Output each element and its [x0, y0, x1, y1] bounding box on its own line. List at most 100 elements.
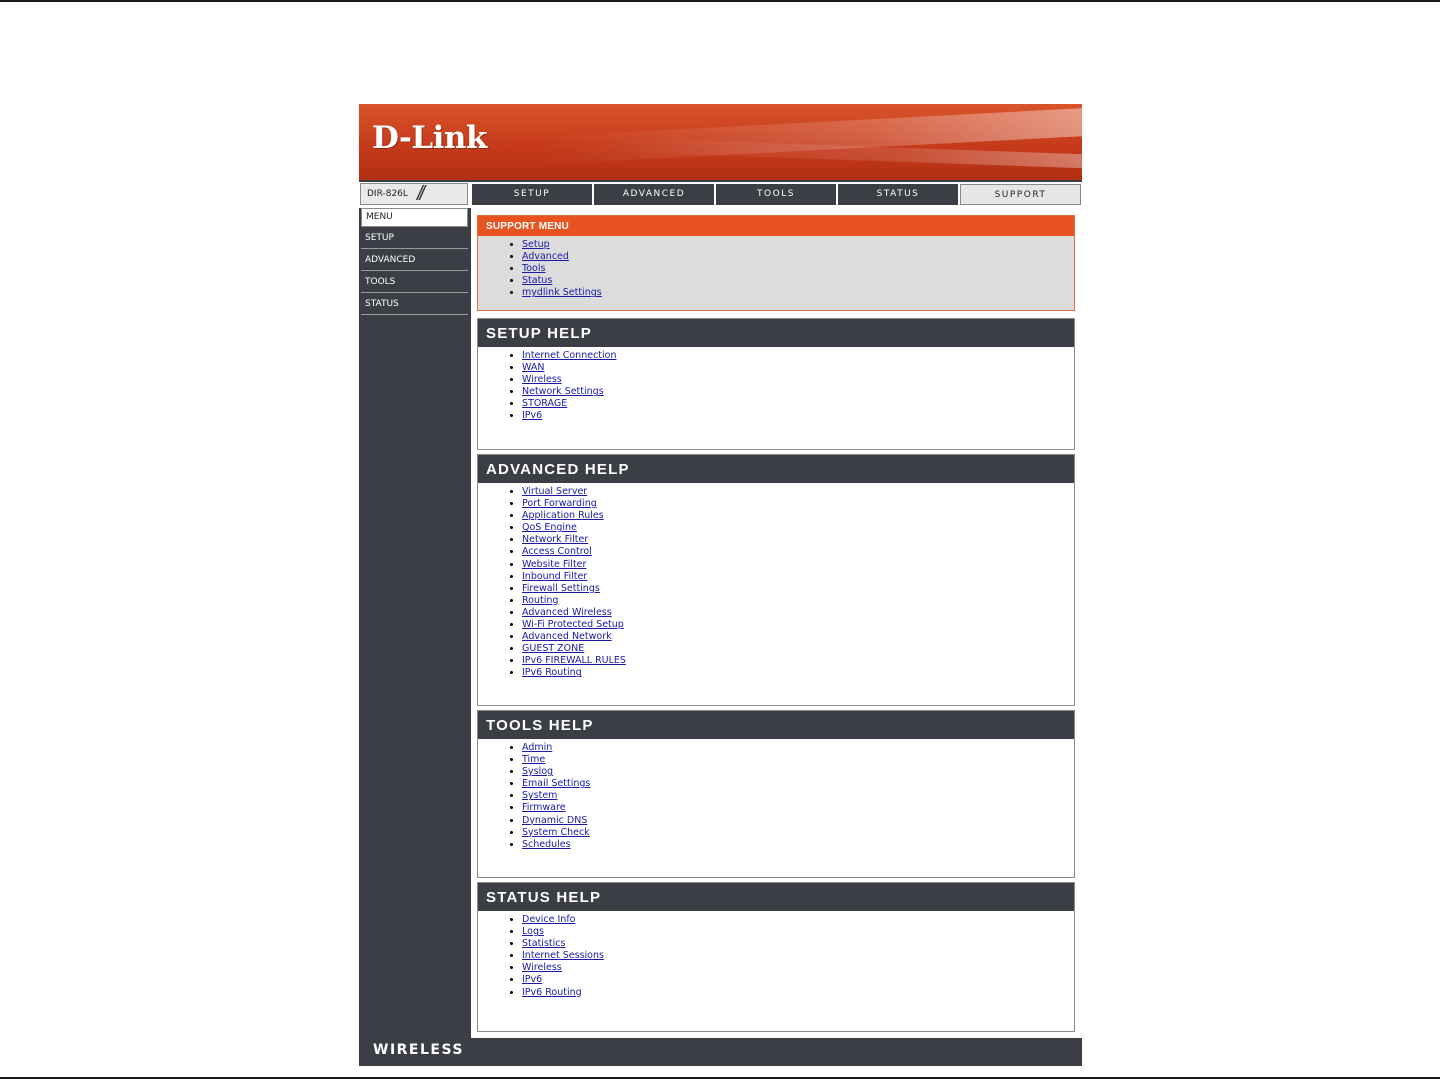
list-item: Port Forwarding: [522, 498, 1074, 510]
main-content: SUPPORT MENU Setup Advanced Tools Status…: [471, 208, 1082, 1038]
list-item: System Check: [522, 827, 1074, 839]
status-help-panel: STATUS HELP Device Info Logs Statistics …: [477, 882, 1075, 1032]
help-link[interactable]: Internet Sessions: [522, 950, 604, 961]
sidebar-item-status[interactable]: STATUS: [361, 295, 468, 315]
help-link[interactable]: Email Settings: [522, 778, 590, 789]
link-list: Virtual Server Port Forwarding Applicati…: [478, 486, 1074, 680]
brand-header: D-Link: [359, 104, 1082, 180]
list-item: QoS Engine: [522, 522, 1074, 534]
help-link[interactable]: Network Filter: [522, 534, 588, 545]
help-link[interactable]: Firmware: [522, 802, 566, 813]
help-link[interactable]: STORAGE: [522, 398, 567, 409]
link-list: Admin Time Syslog Email Settings System …: [478, 742, 1074, 851]
tab-status[interactable]: STATUS: [838, 184, 958, 205]
list-item: Internet Sessions: [522, 950, 1074, 962]
top-nav-bar: DIR-826L // SETUP ADVANCED TOOLS STATUS …: [359, 182, 1082, 208]
help-link[interactable]: Wi-Fi Protected Setup: [522, 619, 624, 630]
tab-support[interactable]: SUPPORT: [960, 184, 1081, 205]
help-link[interactable]: Wireless: [522, 374, 562, 385]
help-link[interactable]: Advanced: [522, 251, 569, 262]
help-link[interactable]: Inbound Filter: [522, 571, 587, 582]
help-link[interactable]: WAN: [522, 362, 544, 373]
help-link[interactable]: Internet Connection: [522, 350, 617, 361]
advanced-help-panel: ADVANCED HELP Virtual Server Port Forwar…: [477, 454, 1075, 706]
help-link[interactable]: Dynamic DNS: [522, 815, 587, 826]
link-list: Internet Connection WAN Wireless Network…: [478, 350, 1074, 423]
list-item: IPv6 Routing: [522, 667, 1074, 679]
setup-help-panel: SETUP HELP Internet Connection WAN Wirel…: [477, 318, 1075, 450]
list-item: mydlink Settings: [522, 287, 1074, 299]
dlink-logo: D-Link: [372, 120, 487, 156]
help-link[interactable]: Application Rules: [522, 510, 604, 521]
help-link[interactable]: Virtual Server: [522, 486, 587, 497]
list-item: Inbound Filter: [522, 571, 1074, 583]
help-link[interactable]: Logs: [522, 926, 544, 937]
help-link[interactable]: Wireless: [522, 962, 562, 973]
list-item: Statistics: [522, 938, 1074, 950]
help-link[interactable]: GUEST ZONE: [522, 643, 584, 654]
support-menu-panel: SUPPORT MENU Setup Advanced Tools Status…: [477, 215, 1075, 311]
list-item: Wireless: [522, 962, 1074, 974]
help-link[interactable]: Time: [522, 754, 545, 765]
help-link[interactable]: IPv6: [522, 974, 542, 985]
help-link[interactable]: Network Settings: [522, 386, 604, 397]
help-link[interactable]: Admin: [522, 742, 552, 753]
tools-help-panel: TOOLS HELP Admin Time Syslog Email Setti…: [477, 710, 1075, 878]
help-link[interactable]: QoS Engine: [522, 522, 577, 533]
help-link[interactable]: Tools: [522, 263, 545, 274]
list-item: Device Info: [522, 914, 1074, 926]
help-link[interactable]: Firewall Settings: [522, 583, 600, 594]
section-title: STATUS HELP: [478, 883, 1074, 911]
list-item: IPv6: [522, 410, 1074, 422]
list-item: IPv6 Routing: [522, 987, 1074, 999]
help-link[interactable]: IPv6 FIREWALL RULES: [522, 655, 626, 666]
help-link[interactable]: mydlink Settings: [522, 287, 602, 298]
list-item: Admin: [522, 742, 1074, 754]
help-link[interactable]: Statistics: [522, 938, 565, 949]
list-item: Dynamic DNS: [522, 815, 1074, 827]
tab-advanced[interactable]: ADVANCED: [594, 184, 714, 205]
tab-tools[interactable]: TOOLS: [716, 184, 836, 205]
list-item: Wireless: [522, 374, 1074, 386]
list-item: Internet Connection: [522, 350, 1074, 362]
help-link[interactable]: Website Filter: [522, 559, 586, 570]
help-link[interactable]: Advanced Wireless: [522, 607, 612, 618]
help-link[interactable]: IPv6: [522, 410, 542, 421]
list-item: Advanced: [522, 251, 1074, 263]
wireless-footer-logo: WIRELESS: [373, 1042, 465, 1058]
help-link[interactable]: Status: [522, 275, 552, 286]
list-item: STORAGE: [522, 398, 1074, 410]
help-link[interactable]: Schedules: [522, 839, 571, 850]
list-item: Tools: [522, 263, 1074, 275]
list-item: GUEST ZONE: [522, 643, 1074, 655]
help-link[interactable]: Access Control: [522, 546, 592, 557]
list-item: Status: [522, 275, 1074, 287]
help-link[interactable]: Device Info: [522, 914, 576, 925]
list-item: Setup: [522, 239, 1074, 251]
list-item: IPv6: [522, 974, 1074, 986]
model-label: DIR-826L: [367, 189, 408, 199]
sidebar-item-tools[interactable]: TOOLS: [361, 273, 468, 293]
section-title: SETUP HELP: [478, 319, 1074, 347]
tab-setup[interactable]: SETUP: [472, 184, 592, 205]
help-link[interactable]: Syslog: [522, 766, 553, 777]
list-item: Website Filter: [522, 559, 1074, 571]
list-item: IPv6 FIREWALL RULES: [522, 655, 1074, 667]
top-rule: [0, 0, 1440, 2]
sidebar-item-advanced[interactable]: ADVANCED: [361, 251, 468, 271]
bottom-rule: [0, 1077, 1440, 1079]
help-link[interactable]: Setup: [522, 239, 550, 250]
list-item: Syslog: [522, 766, 1074, 778]
list-item: Email Settings: [522, 778, 1074, 790]
help-link[interactable]: Port Forwarding: [522, 498, 597, 509]
help-link[interactable]: Advanced Network: [522, 631, 612, 642]
sidebar-item-setup[interactable]: SETUP: [361, 229, 468, 249]
sidebar-item-menu[interactable]: MENU: [361, 208, 468, 227]
help-link[interactable]: IPv6 Routing: [522, 667, 582, 678]
list-item: Advanced Network: [522, 631, 1074, 643]
help-link[interactable]: IPv6 Routing: [522, 987, 582, 998]
help-link[interactable]: System: [522, 790, 557, 801]
list-item: Wi-Fi Protected Setup: [522, 619, 1074, 631]
help-link[interactable]: System Check: [522, 827, 590, 838]
help-link[interactable]: Routing: [522, 595, 558, 606]
